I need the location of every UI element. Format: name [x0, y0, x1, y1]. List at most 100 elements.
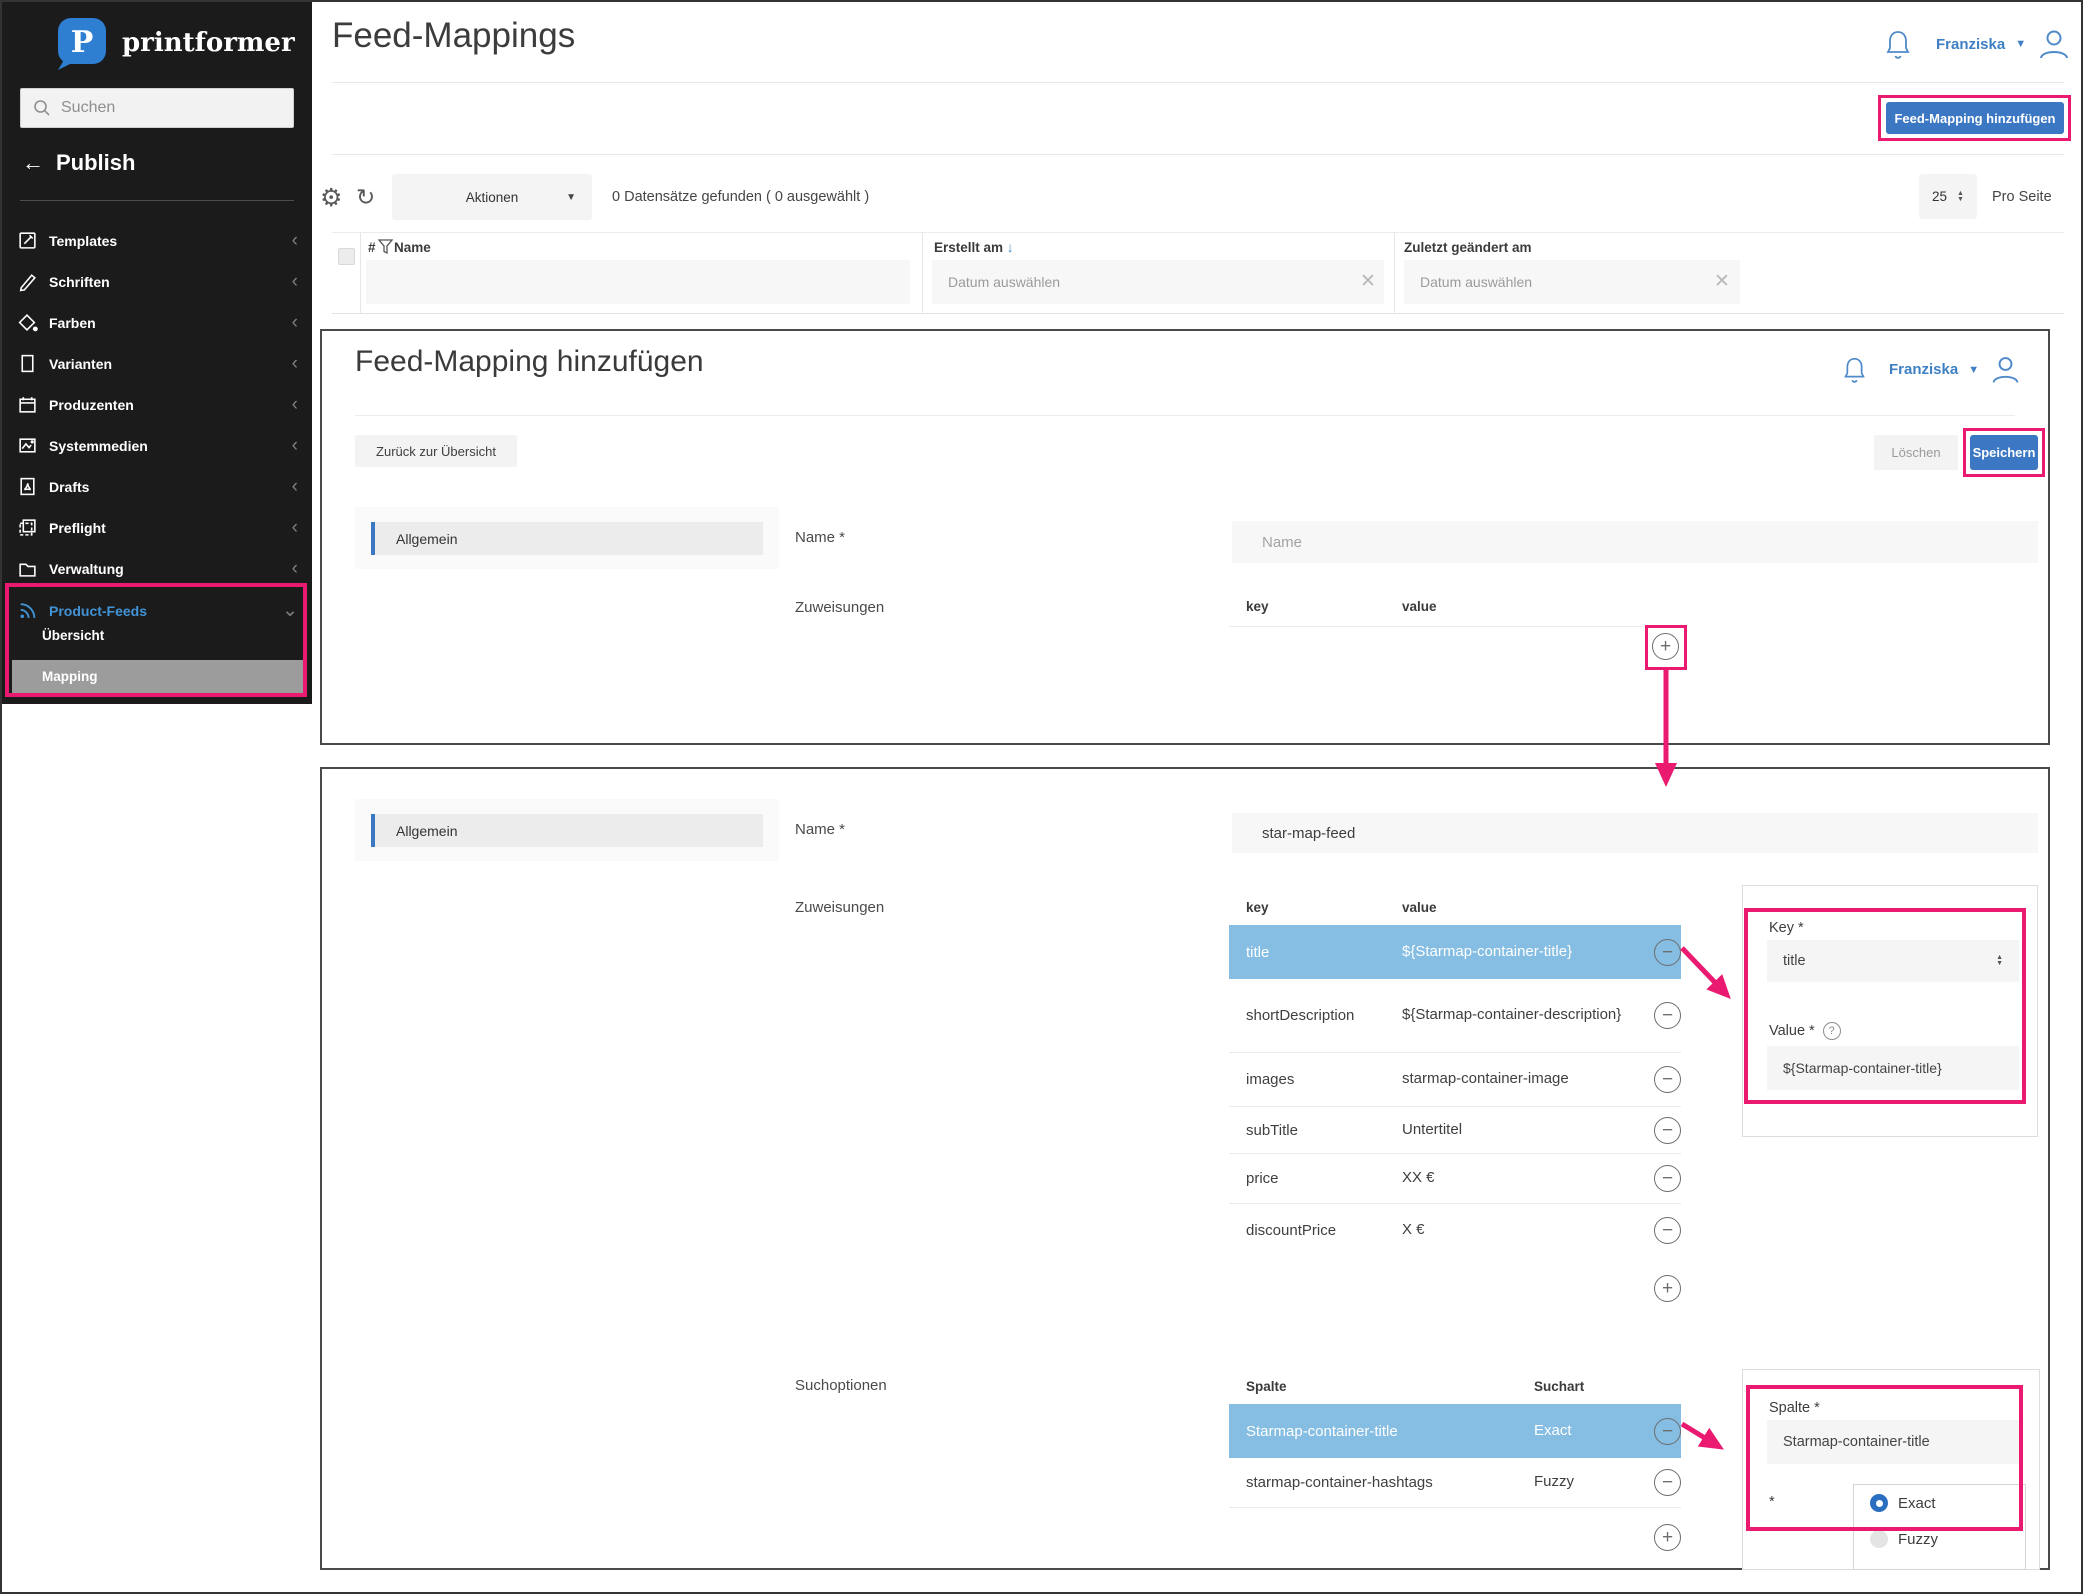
printformer-logo-icon[interactable]: P	[54, 16, 110, 70]
chevron-left-icon: ‹	[292, 354, 298, 373]
stepper-icon: ▲▼	[1957, 191, 1964, 203]
back-to-overview-button[interactable]: Zurück zur Übersicht	[355, 435, 517, 467]
divider	[332, 154, 2064, 155]
assignment-row[interactable]: priceXX € −	[1229, 1154, 1681, 1204]
filter-funnel-icon[interactable]	[378, 239, 393, 255]
sidebar-item-systemmedien[interactable]: Systemmedien‹	[2, 425, 312, 466]
user-avatar-icon[interactable]	[1989, 353, 2022, 386]
sidebar-item-uebersicht[interactable]: Übersicht	[42, 628, 104, 643]
delete-button[interactable]: Löschen	[1874, 435, 1958, 470]
user-block: Franziska ▼	[1842, 353, 2022, 386]
name-input[interactable]: Name	[1232, 521, 2038, 563]
suchart-radio-group: Exact Fuzzy	[1853, 1484, 2026, 1570]
tab-container: Allgemein	[355, 799, 779, 861]
column-divider	[922, 233, 923, 313]
remove-row-button[interactable]: −	[1654, 939, 1681, 966]
logo-wordmark: printformer	[122, 28, 295, 58]
back-to-publish[interactable]: ← Publish	[22, 150, 135, 176]
overlay-title: Feed-Mapping hinzufügen	[355, 345, 704, 379]
tab-allgemein[interactable]: Allgemein	[371, 814, 763, 847]
actions-dropdown[interactable]: Aktionen ▼	[392, 174, 592, 220]
sidebar-item-mapping-active[interactable]: Mapping	[12, 660, 307, 693]
remove-row-button[interactable]: −	[1654, 1117, 1681, 1144]
sidebar-item-varianten[interactable]: Varianten‹	[2, 343, 312, 384]
chevron-left-icon: ‹	[292, 231, 298, 250]
hash-column-header: #	[368, 240, 376, 255]
assignments-label: Zuweisungen	[795, 599, 884, 616]
clear-icon[interactable]: ✕	[1714, 270, 1730, 293]
sidebar-divider	[20, 200, 294, 201]
sidebar-item-preflight[interactable]: Preflight‹	[2, 507, 312, 548]
key-header: key	[1246, 900, 1269, 915]
sidebar-item-farben[interactable]: Farben‹	[2, 302, 312, 343]
assignment-row[interactable]: imagesstarmap-container-image −	[1229, 1053, 1681, 1107]
help-icon[interactable]: ?	[1823, 1022, 1841, 1040]
sidebar-search-input[interactable]: Suchen	[20, 88, 294, 128]
name-input[interactable]: star-map-feed	[1232, 813, 2038, 853]
clear-icon[interactable]: ✕	[1360, 270, 1376, 293]
producers-icon	[16, 394, 38, 416]
assignment-row[interactable]: discountPriceX € −	[1229, 1204, 1681, 1256]
sidebar-item-product-feeds[interactable]: Product-Feeds⌄	[2, 590, 312, 631]
column-divider	[1394, 233, 1395, 313]
key-select[interactable]: title ▲▼	[1767, 940, 2019, 982]
bell-icon[interactable]	[1884, 28, 1912, 60]
add-assignment-button[interactable]: +	[1654, 1275, 1681, 1302]
select-all-checkbox[interactable]	[338, 248, 355, 265]
remove-row-button[interactable]: −	[1654, 1469, 1681, 1496]
gear-icon[interactable]: ⚙	[320, 183, 342, 213]
user-caret-icon: ▼	[1968, 364, 1979, 376]
name-filter-input[interactable]	[394, 260, 910, 304]
page-size-select[interactable]: 25 ▲▼	[1919, 174, 1977, 219]
chevron-left-icon: ‹	[292, 272, 298, 291]
user-avatar-icon[interactable]	[2036, 26, 2072, 62]
assignments-label: Zuweisungen	[795, 899, 884, 916]
remove-row-button[interactable]: −	[1654, 1217, 1681, 1244]
radio-option-fuzzy[interactable]: Fuzzy	[1854, 1521, 2025, 1557]
modified-date-input[interactable]: Datum auswählen	[1404, 260, 1740, 304]
assignment-row[interactable]: shortDescription${Starmap-container-desc…	[1229, 979, 1681, 1053]
add-search-option-button[interactable]: +	[1654, 1524, 1681, 1551]
username[interactable]: Franziska	[1889, 361, 1958, 378]
sidebar-item-drafts[interactable]: Drafts‹	[2, 466, 312, 507]
username[interactable]: Franziska	[1936, 36, 2005, 53]
colors-icon	[16, 312, 38, 334]
radio-option-exact[interactable]: Exact	[1854, 1485, 2025, 1521]
app-window: P printformer Suchen ← Publish Templates…	[0, 0, 2083, 1594]
save-button[interactable]: Speichern	[1970, 435, 2038, 470]
sidebar-item-templates[interactable]: Templates‹	[2, 220, 312, 261]
sidebar-item-produzenten[interactable]: Produzenten‹	[2, 384, 312, 425]
remove-row-button[interactable]: −	[1654, 1165, 1681, 1192]
bell-icon[interactable]	[1842, 355, 1867, 384]
results-count: 0 Datensätze gefunden ( 0 ausgewählt )	[612, 189, 869, 205]
refresh-icon[interactable]: ↻	[356, 184, 375, 211]
remove-row-button[interactable]: −	[1654, 1002, 1681, 1029]
publish-label: Publish	[56, 150, 135, 176]
spalte-label: Spalte *	[1769, 1400, 1820, 1416]
key-header: key	[1246, 599, 1269, 614]
search-option-row[interactable]: starmap-container-hashtagsFuzzy −	[1229, 1458, 1681, 1508]
sidebar-item-schriften[interactable]: Schriften‹	[2, 261, 312, 302]
spalte-input[interactable]: Starmap-container-title	[1767, 1420, 2019, 1464]
search-option-row-selected[interactable]: Starmap-container-titleExact −	[1229, 1404, 1681, 1458]
tab-container: Allgemein	[355, 507, 779, 569]
folder-icon	[16, 558, 38, 580]
radio-selected-icon	[1870, 1494, 1888, 1512]
assignment-row[interactable]: subTitleUntertitel −	[1229, 1107, 1681, 1154]
created-date-input[interactable]: Datum auswählen	[932, 260, 1384, 304]
assignment-row-selected[interactable]: title${Starmap-container-title} −	[1229, 925, 1681, 979]
created-column-header: Erstellt am ↓	[934, 240, 1014, 255]
templates-icon	[16, 230, 38, 252]
search-icon	[33, 99, 51, 117]
add-feed-mapping-button[interactable]: Feed-Mapping hinzufügen	[1886, 102, 2064, 134]
remove-row-button[interactable]: −	[1654, 1066, 1681, 1093]
value-input[interactable]: ${Starmap-container-title}	[1767, 1046, 2019, 1090]
add-assignment-button[interactable]: +	[1652, 633, 1679, 660]
per-page-label: Pro Seite	[1992, 189, 2052, 205]
tab-allgemein[interactable]: Allgemein	[371, 522, 763, 555]
page-title: Feed-Mappings	[332, 16, 575, 56]
key-value-edit-panel: Key * title ▲▼ Value * ? ${Starmap-conta…	[1742, 885, 2038, 1137]
sidebar-item-verwaltung[interactable]: Verwaltung‹	[2, 548, 312, 589]
remove-row-button[interactable]: −	[1654, 1418, 1681, 1445]
required-asterisk: *	[1769, 1494, 1775, 1510]
